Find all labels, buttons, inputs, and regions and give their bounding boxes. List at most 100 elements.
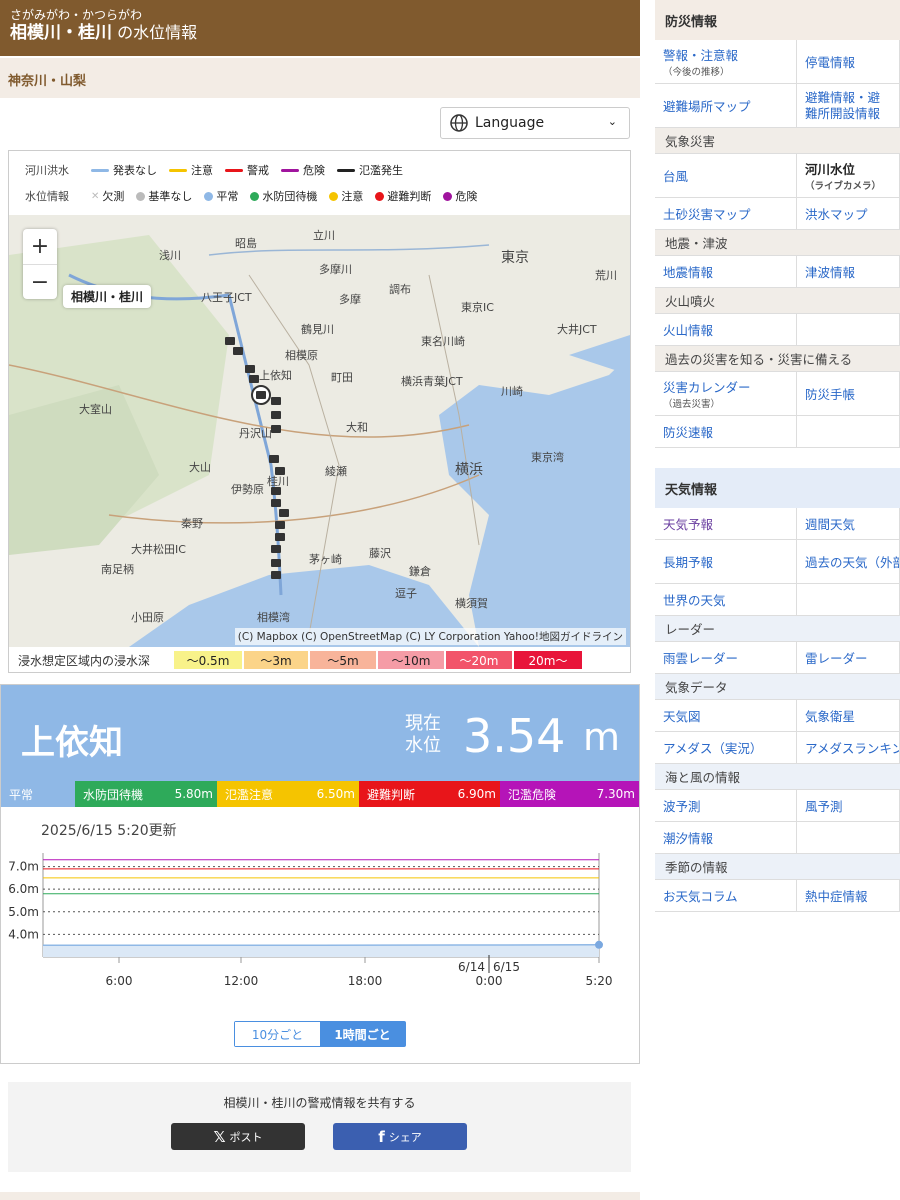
tab-10min[interactable]: 10分ごと xyxy=(235,1022,320,1046)
current-label-line2: 水位 xyxy=(405,735,441,756)
sidebar-link[interactable]: 津波情報 xyxy=(797,256,900,288)
sidebar-spacer xyxy=(655,448,900,468)
sidebar-link[interactable]: 土砂災害マップ xyxy=(655,198,797,230)
sidebar-link[interactable]: 熱中症情報 xyxy=(797,880,900,912)
sidebar-link[interactable]: 台風 xyxy=(655,154,797,198)
map-canvas xyxy=(9,215,630,647)
sidebar-link-label: 天気図 xyxy=(663,709,701,724)
sidebar-link[interactable]: 雨雲レーダー xyxy=(655,642,797,674)
sidebar-category: 過去の災害を知る・災害に備える xyxy=(655,346,900,372)
map-place-label: 横須賀 xyxy=(455,597,488,610)
sidebar-category: 季節の情報 xyxy=(655,854,900,880)
river-name-ruby: さがみがわ・かつらがわ xyxy=(10,8,143,22)
region-breadcrumb[interactable]: 神奈川・山梨 xyxy=(0,58,640,98)
depth-bin: 〜10m xyxy=(378,651,444,669)
sidebar-link-label: 気象衛星 xyxy=(805,709,856,724)
sidebar-link[interactable]: 波予測 xyxy=(655,790,797,822)
level-legend-item: 水防団待機 xyxy=(250,188,317,204)
map-place-label: 東京 xyxy=(501,250,529,266)
sidebar-link[interactable]: 雷レーダー xyxy=(797,642,900,674)
sidebar-empty-cell xyxy=(797,416,900,448)
tab-1hour[interactable]: 1時間ごと xyxy=(320,1022,405,1046)
chart-y-tick: 4.0m xyxy=(8,927,39,941)
sidebar-link[interactable]: アメダス（実況） xyxy=(655,732,797,764)
threshold-segment: 避難判断 6.90m xyxy=(359,781,500,807)
sidebar-link[interactable]: 停電情報 xyxy=(797,40,900,84)
sidebar-link[interactable]: 気象衛星 xyxy=(797,700,900,732)
sidebar-link[interactable]: 世界の天気 xyxy=(655,584,797,616)
sidebar-link[interactable]: 過去の天気（外部サイト） xyxy=(797,540,900,584)
map-place-label: 鎌倉 xyxy=(409,565,431,578)
sidebar-link-row: 災害カレンダー （過去災害） 防災手帳 xyxy=(655,372,900,416)
map-place-label: 東京湾 xyxy=(531,451,564,464)
sidebar-link[interactable]: 防災速報 xyxy=(655,416,797,448)
depth-legend-label: 浸水想定区域内の浸水深 xyxy=(18,653,151,668)
sidebar-link[interactable]: 天気図 xyxy=(655,700,797,732)
threshold-bar: 平常 水防団待機 5.80m 氾濫注意 6.50m 避難判断 6.90m 氾濫危険 7.30m xyxy=(1,781,639,807)
sidebar-link[interactable]: 警報・注意報 （今後の推移） xyxy=(655,40,797,84)
zoom-out-button[interactable]: − xyxy=(23,264,57,299)
sidebar: 防災情報 警報・注意報 （今後の推移） 停電情報 避難場所マップ 避難情報・避難所開設情… xyxy=(655,0,900,1200)
station-header: 上依知 現在 水位 3.54 m xyxy=(1,685,639,781)
sidebar-link[interactable]: 防災手帳 xyxy=(797,372,900,416)
sidebar-link-label: 熱中症情報 xyxy=(805,889,868,904)
language-label: Language xyxy=(475,115,545,131)
sidebar-link-label: アメダスランキング xyxy=(805,741,899,756)
legend-dot-swatch xyxy=(204,191,214,201)
river-tag[interactable]: 相模川・桂川 xyxy=(63,285,152,308)
sidebar-link-label: 過去の天気（外部サイト） xyxy=(805,555,899,570)
map-place-label: 東京IC xyxy=(461,301,494,314)
map-place-label: 大和 xyxy=(346,421,368,434)
facebook-share-button[interactable]: f シェア xyxy=(333,1123,467,1150)
sidebar-link[interactable]: 河川水位 （ライブカメラ） xyxy=(797,154,900,198)
sidebar-link-row: 避難場所マップ 避難情報・避難所開設情報 xyxy=(655,84,900,128)
chart-area xyxy=(43,944,599,957)
sidebar-link[interactable]: 避難情報・避難所開設情報 xyxy=(797,84,900,128)
sidebar-link-row: 長期予報 過去の天気（外部サイト） xyxy=(655,540,900,584)
facebook-logo-icon: f xyxy=(378,1127,385,1146)
river-map[interactable]: 浅川 多摩川 鶴見川 東京 荒川 八王子JCT 相模原 町田 東京IC 東名川崎 横浜青葉JCT 大井… xyxy=(9,215,630,647)
sidebar-link-row: 土砂災害マップ 洪水マップ xyxy=(655,198,900,230)
legend-line-swatch xyxy=(337,168,355,172)
sidebar-link-row: 地震情報 津波情報 xyxy=(655,256,900,288)
sidebar-link[interactable]: アメダスランキング xyxy=(797,732,900,764)
facebook-share-label: シェア xyxy=(388,1130,422,1144)
map-place-label: 大井JCT xyxy=(557,323,597,336)
map-place-label: 藤沢 xyxy=(369,547,391,560)
zoom-in-button[interactable]: + xyxy=(23,229,57,264)
sidebar-link[interactable]: 潮汐情報 xyxy=(655,822,797,854)
threshold-value: 6.90m xyxy=(457,787,496,801)
sidebar-link[interactable]: 洪水マップ xyxy=(797,198,900,230)
sidebar-link-row: 台風 河川水位 （ライブカメラ） xyxy=(655,154,900,198)
map-place-label: 茅ヶ崎 xyxy=(309,553,342,566)
sidebar-link[interactable]: 地震情報 xyxy=(655,256,797,288)
sidebar-link[interactable]: 火山情報 xyxy=(655,314,797,346)
x-post-button[interactable]: 𝕏 ポスト xyxy=(171,1123,305,1150)
sidebar-link[interactable]: 避難場所マップ xyxy=(655,84,797,128)
map-place-label: 町田 xyxy=(331,371,353,384)
x-logo-icon: 𝕏 xyxy=(213,1127,226,1146)
sidebar-category: 地震・津波 xyxy=(655,230,900,256)
sidebar-link[interactable]: 長期予報 xyxy=(655,540,797,584)
sidebar-link[interactable]: 災害カレンダー （過去災害） xyxy=(655,372,797,416)
page-title: 相模川・桂川 の水位情報 xyxy=(10,22,630,44)
sidebar-link-row: アメダス（実況） アメダスランキング xyxy=(655,732,900,764)
map-place-label: 横浜 xyxy=(455,462,483,478)
river-name: 相模川・桂川 xyxy=(10,23,112,43)
sidebar-link[interactable]: 週間天気 xyxy=(797,508,900,540)
level-legend-item: 平常 xyxy=(204,188,238,204)
legend-item-label: 危険 xyxy=(303,164,325,177)
sidebar-link[interactable]: 風予測 xyxy=(797,790,900,822)
water-level-chart: 4.0m 5.0m 6.0m 7.0m 6:00 12:00 18:00 6/14 6/150:… xyxy=(8,853,612,988)
current-label-line1: 現在 xyxy=(405,713,441,734)
sidebar-link[interactable]: お天気コラム xyxy=(655,880,797,912)
sidebar-link[interactable]: 天気予報 xyxy=(655,508,797,540)
legend-line-swatch xyxy=(225,168,243,172)
share-section: 相模川・桂川の警戒情報を共有する 𝕏 ポスト f シェア xyxy=(8,1082,631,1172)
x-mark-icon: ✕ xyxy=(91,190,100,202)
chart-x-tick: 0:00 xyxy=(476,974,503,988)
map-place-label: 多摩 xyxy=(339,293,361,306)
language-select[interactable]: Language ⌄ xyxy=(440,107,630,139)
sidebar-link-label: 潮汐情報 xyxy=(663,831,714,846)
threshold-value: 7.30m xyxy=(596,787,635,801)
